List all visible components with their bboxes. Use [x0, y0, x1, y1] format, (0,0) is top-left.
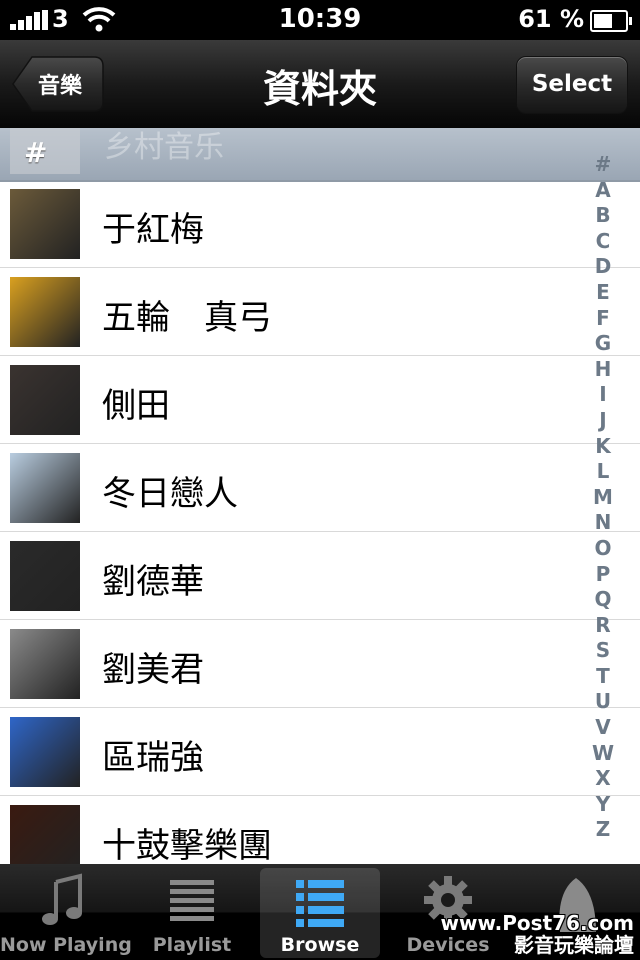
list-item-label: 區瑞強	[102, 738, 204, 778]
index-letter[interactable]: V	[588, 715, 618, 741]
list-item-label: 側田	[102, 386, 170, 426]
index-letter[interactable]: L	[588, 459, 618, 485]
list-item-label: 十鼓擊樂團	[102, 826, 272, 864]
browse-list-icon	[296, 880, 344, 927]
index-letter[interactable]: I	[588, 382, 618, 408]
folder-list: 乡村音乐 # 于紅梅五輪 真弓側田冬日戀人劉德華劉美君區瑞強十鼓擊樂團	[0, 128, 640, 864]
list-item[interactable]: 區瑞強	[0, 708, 640, 796]
index-letter[interactable]: K	[588, 434, 618, 460]
list-item-label: 于紅梅	[102, 210, 204, 250]
list-item-label: 劉德華	[102, 562, 204, 602]
index-letter[interactable]: U	[588, 689, 618, 715]
battery-fill	[594, 14, 612, 28]
tab-label: Browse	[280, 934, 360, 956]
index-letter[interactable]: C	[588, 229, 618, 255]
watermark: www.Post76.com 影音玩樂論壇	[441, 912, 634, 956]
music-note-icon	[42, 873, 82, 925]
index-letter[interactable]: O	[588, 536, 618, 562]
index-letter[interactable]: Z	[588, 817, 618, 843]
index-letter[interactable]: B	[588, 203, 618, 229]
tab-label: Playlist	[152, 934, 232, 956]
index-letter[interactable]: M	[588, 485, 618, 511]
select-button[interactable]: Select	[516, 56, 628, 114]
list-item[interactable]: 劉德華	[0, 532, 640, 620]
album-artwork	[10, 277, 80, 347]
tab-now-playing[interactable]: Now Playing	[0, 864, 132, 960]
index-letter[interactable]: G	[588, 331, 618, 357]
list-item-label: 五輪 真弓	[102, 298, 272, 338]
section-header: 乡村音乐 #	[0, 128, 640, 182]
album-artwork	[10, 717, 80, 787]
list-icon	[170, 880, 214, 921]
index-letter[interactable]: F	[588, 306, 618, 332]
list-item[interactable]: 十鼓擊樂團	[0, 796, 640, 864]
battery-percent: 61 %	[518, 5, 584, 33]
index-letter[interactable]: N	[588, 510, 618, 536]
watermark-site-name: 影音玩樂論壇	[514, 933, 634, 957]
list-item[interactable]: 五輪 真弓	[0, 268, 640, 356]
status-bar: 3 10:39 61 %	[0, 0, 640, 40]
list-item-label: 劉美君	[102, 650, 204, 690]
index-letter[interactable]: P	[588, 562, 618, 588]
navigation-bar: 音樂 資料夾 Select	[0, 40, 640, 129]
index-letter[interactable]: W	[588, 741, 618, 767]
tab-browse[interactable]: Browse	[256, 864, 384, 960]
album-artwork	[10, 629, 80, 699]
list-item[interactable]: 劉美君	[0, 620, 640, 708]
alphabet-index[interactable]: # A B C D E F G H I J K L M N O P Q R S T U V W X Y Z	[588, 152, 618, 843]
album-artwork	[10, 805, 80, 864]
list-item[interactable]: 于紅梅	[0, 180, 640, 268]
index-letter[interactable]: H	[588, 357, 618, 383]
tab-label: Now Playing	[0, 934, 132, 956]
index-letter[interactable]: Q	[588, 587, 618, 613]
section-letter: #	[24, 136, 48, 169]
index-letter[interactable]: A	[588, 178, 618, 204]
index-letter[interactable]: R	[588, 613, 618, 639]
index-letter[interactable]: D	[588, 254, 618, 280]
index-letter[interactable]: #	[588, 152, 618, 178]
index-letter[interactable]: E	[588, 280, 618, 306]
album-artwork	[10, 541, 80, 611]
index-letter[interactable]: S	[588, 638, 618, 664]
section-ghost-label: 乡村音乐	[104, 130, 224, 165]
index-letter[interactable]: J	[588, 408, 618, 434]
album-artwork	[10, 189, 80, 259]
index-letter[interactable]: T	[588, 664, 618, 690]
list-item-label: 冬日戀人	[102, 474, 238, 514]
album-artwork	[10, 365, 80, 435]
list-item[interactable]: 側田	[0, 356, 640, 444]
index-letter[interactable]: X	[588, 766, 618, 792]
tab-playlist[interactable]: Playlist	[128, 864, 256, 960]
battery-icon	[590, 10, 632, 32]
index-letter[interactable]: Y	[588, 792, 618, 818]
album-artwork	[10, 453, 80, 523]
watermark-url: www.Post76.com	[440, 911, 634, 935]
list-item[interactable]: 冬日戀人	[0, 444, 640, 532]
